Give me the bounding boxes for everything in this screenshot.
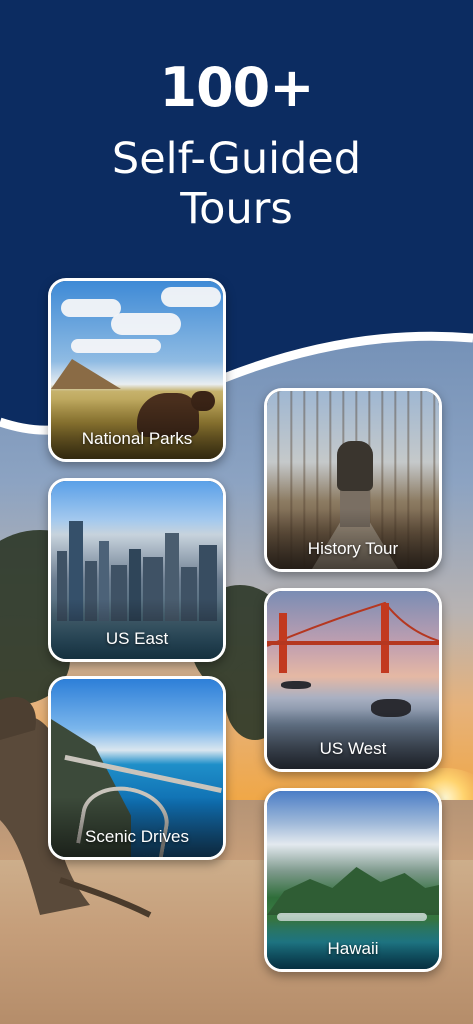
card-label: US East	[105, 629, 169, 648]
headline-line2: Tours	[180, 184, 293, 234]
card-national-parks[interactable]: National Parks	[48, 278, 226, 462]
card-label: US West	[319, 739, 387, 758]
hero-heading: 100+ Self-Guided Tours	[0, 56, 473, 234]
card-label: Scenic Drives	[85, 827, 189, 846]
statue	[337, 441, 373, 491]
card-history-tour[interactable]: History Tour	[264, 388, 442, 572]
card-label: History Tour	[307, 539, 399, 558]
card-label: Hawaii	[327, 939, 379, 958]
card-label: National Parks	[81, 429, 193, 448]
card-hawaii[interactable]: Hawaii	[264, 788, 442, 972]
card-us-east[interactable]: US East	[48, 478, 226, 662]
headline-line1: Self-Guided	[111, 134, 362, 184]
card-us-west[interactable]: US West	[264, 588, 442, 772]
card-scenic-drives[interactable]: Scenic Drives	[48, 676, 226, 860]
tour-count: 100+	[159, 56, 315, 119]
